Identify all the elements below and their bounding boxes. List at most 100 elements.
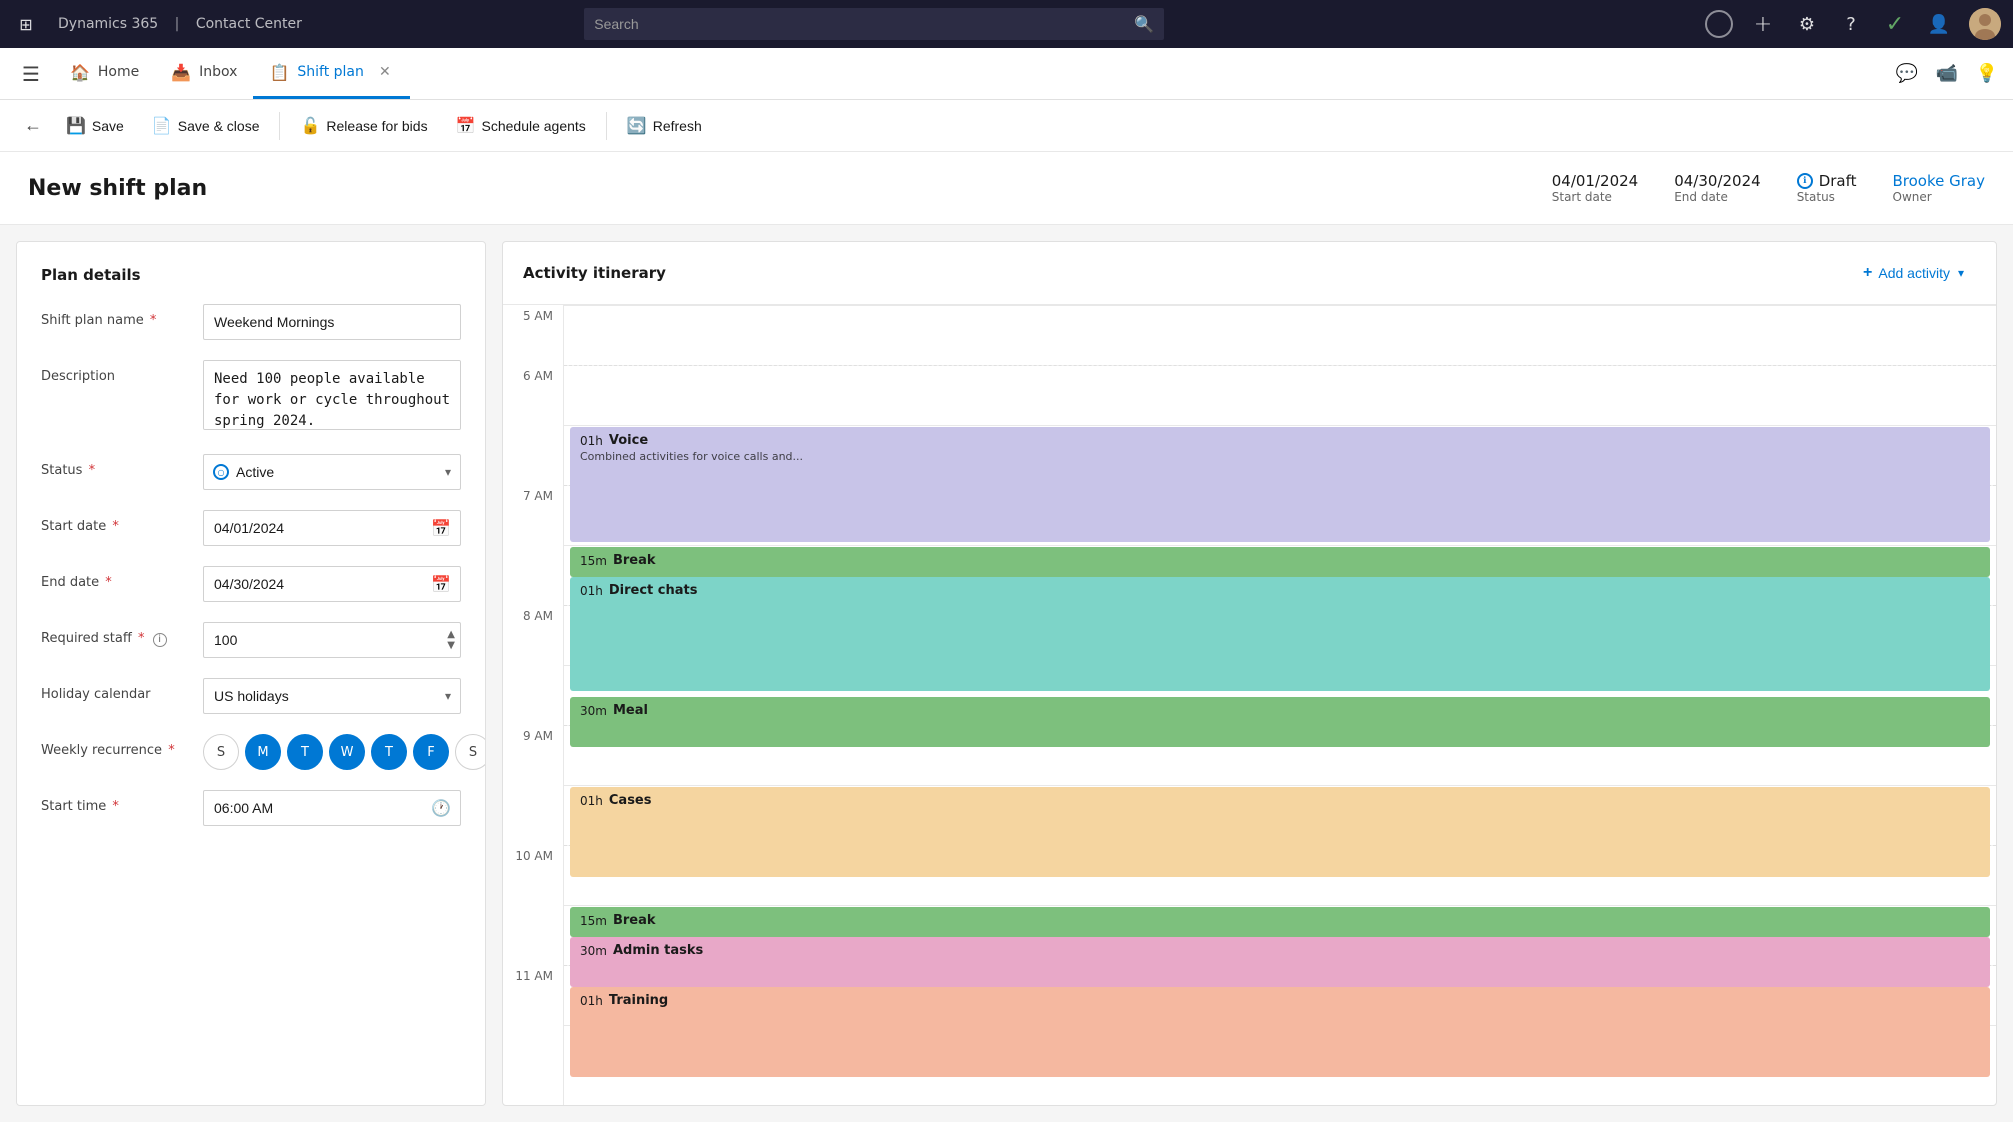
hour-line-6am xyxy=(564,425,1996,426)
admintasks-header: 30m Admin tasks xyxy=(580,943,1980,958)
plan-title: New shift plan xyxy=(28,176,1552,201)
name-label: Shift plan name * xyxy=(41,304,191,330)
day-btn-s2[interactable]: S xyxy=(455,734,486,770)
end-date-control: 📅 xyxy=(203,566,461,602)
meal-duration: 30m xyxy=(580,704,607,718)
avatar-icon[interactable] xyxy=(1969,8,2001,40)
content-area: Plan details Shift plan name * Descripti… xyxy=(0,225,2013,1122)
day-btn-s1[interactable]: S xyxy=(203,734,239,770)
plan-details-title: Plan details xyxy=(41,266,461,284)
release-bids-button[interactable]: 🔓 Release for bids xyxy=(288,110,439,142)
plan-meta: 04/01/2024 Start date 04/30/2024 End dat… xyxy=(1552,172,1985,204)
activity-block-directchats[interactable]: 01h Direct chats xyxy=(570,577,1990,691)
release-icon: 🔓 xyxy=(300,116,320,136)
day-btn-t1[interactable]: T xyxy=(287,734,323,770)
add-activity-button[interactable]: + Add activity ▾ xyxy=(1851,258,1976,288)
time-label-8am: 8 AM xyxy=(503,605,563,725)
person-icon[interactable]: 👤 xyxy=(1925,10,1953,38)
video-icon[interactable]: 📹 xyxy=(1929,56,1965,92)
stepper-down-icon[interactable]: ▼ xyxy=(445,641,457,651)
training-title: Training xyxy=(609,993,668,1008)
tabbar-right-actions: 💬 📹 💡 xyxy=(1889,48,2013,99)
day-btn-m[interactable]: M xyxy=(245,734,281,770)
info-icon[interactable]: i xyxy=(153,633,167,647)
back-button[interactable]: ← xyxy=(16,109,50,142)
topbar-actions: + ⚙ ? ✓ 👤 xyxy=(1705,8,2001,40)
hour-line-5am xyxy=(564,305,1996,306)
end-date-label: End date * xyxy=(41,566,191,592)
save-button[interactable]: 💾 Save xyxy=(54,110,136,142)
status-label: Status * xyxy=(41,454,191,480)
plan-start-date: 04/01/2024 Start date xyxy=(1552,172,1638,204)
start-date-control: 📅 xyxy=(203,510,461,546)
gear-icon[interactable]: ⚙ xyxy=(1793,10,1821,38)
main-content: New shift plan 04/01/2024 Start date 04/… xyxy=(0,152,2013,1122)
plus-icon: + xyxy=(1863,264,1872,282)
stepper-up-icon[interactable]: ▲ xyxy=(445,630,457,640)
required-marker: * xyxy=(105,575,112,590)
tab-close-icon[interactable]: ✕ xyxy=(376,63,394,81)
required-marker: * xyxy=(112,799,119,814)
activity-block-training[interactable]: 01h Training xyxy=(570,987,1990,1077)
app-brand: Dynamics 365 | Contact Center xyxy=(52,16,308,32)
status-select[interactable]: Active Draft Inactive xyxy=(203,454,461,490)
lightbulb-icon[interactable]: 💡 xyxy=(1969,56,2005,92)
check-circle-icon[interactable]: ✓ xyxy=(1881,10,1909,38)
day-btn-f[interactable]: F xyxy=(413,734,449,770)
required-staff-control: ▲ ▼ xyxy=(203,622,461,658)
stepper-arrows: ▲ ▼ xyxy=(445,624,457,656)
activity-block-cases[interactable]: 01h Cases xyxy=(570,787,1990,877)
help-icon[interactable]: ? xyxy=(1837,10,1865,38)
time-label-7am: 7 AM xyxy=(503,485,563,605)
activity-block-voice[interactable]: 01h Voice Combined activities for voice … xyxy=(570,427,1990,542)
start-date-label: Start date * xyxy=(41,510,191,536)
start-date-input[interactable] xyxy=(203,510,461,546)
inbox-icon: 📥 xyxy=(171,63,191,82)
activity-block-meal[interactable]: 30m Meal xyxy=(570,697,1990,747)
voice-header: 01h Voice xyxy=(580,433,1980,448)
holiday-calendar-select[interactable]: US holidays xyxy=(203,678,461,714)
field-status: Status * ○ Active Draft Inactive ▾ xyxy=(41,454,461,490)
admintasks-title: Admin tasks xyxy=(613,943,703,958)
name-input[interactable] xyxy=(203,304,461,340)
shiftplan-icon: 📋 xyxy=(269,63,289,82)
refresh-button[interactable]: 🔄 Refresh xyxy=(615,110,714,142)
plus-icon[interactable]: + xyxy=(1749,10,1777,38)
required-staff-input[interactable] xyxy=(203,622,461,658)
directchats-title: Direct chats xyxy=(609,583,698,598)
field-holiday-calendar: Holiday calendar US holidays ▾ xyxy=(41,678,461,714)
activity-block-break1[interactable]: 15m Break xyxy=(570,547,1990,577)
tab-shift-plan[interactable]: 📋 Shift plan ✕ xyxy=(253,48,409,99)
owner-link[interactable]: Brooke Gray xyxy=(1893,172,1986,190)
field-description: Description Need 100 people available fo… xyxy=(41,360,461,434)
hamburger-icon[interactable]: ☰ xyxy=(8,48,54,99)
field-name: Shift plan name * xyxy=(41,304,461,340)
topbar: ⊞ Dynamics 365 | Contact Center 🔍 + ⚙ ? … xyxy=(0,0,2013,48)
search-icon: 🔍 xyxy=(1134,15,1154,34)
voice-title: Voice xyxy=(609,433,648,448)
required-marker: * xyxy=(138,631,145,646)
description-label: Description xyxy=(41,360,191,386)
day-btn-t2[interactable]: T xyxy=(371,734,407,770)
schedule-agents-button[interactable]: 📅 Schedule agents xyxy=(444,110,598,142)
time-label-5am: 5 AM xyxy=(503,305,563,365)
tab-inbox[interactable]: 📥 Inbox xyxy=(155,48,253,99)
start-time-input[interactable] xyxy=(203,790,461,826)
end-date-input[interactable] xyxy=(203,566,461,602)
weekly-recurrence-label: Weekly recurrence * xyxy=(41,734,191,760)
tab-home[interactable]: 🏠 Home xyxy=(54,48,155,99)
chat-icon[interactable]: 💬 xyxy=(1889,56,1925,92)
required-marker: * xyxy=(112,519,119,534)
day-btn-w[interactable]: W xyxy=(329,734,365,770)
activity-block-break2[interactable]: 15m Break xyxy=(570,907,1990,937)
training-duration: 01h xyxy=(580,994,603,1008)
activity-block-admintasks[interactable]: 30m Admin tasks xyxy=(570,937,1990,987)
circle-icon[interactable] xyxy=(1705,10,1733,38)
schedule-icon: 📅 xyxy=(456,116,476,136)
grid-icon[interactable]: ⊞ xyxy=(12,10,40,38)
voice-duration: 01h xyxy=(580,434,603,448)
description-input[interactable]: Need 100 people available for work or cy… xyxy=(203,360,461,430)
save-close-button[interactable]: 📄 Save & close xyxy=(140,110,272,142)
search-input[interactable] xyxy=(584,8,1164,40)
break1-header: 15m Break xyxy=(580,553,1980,568)
